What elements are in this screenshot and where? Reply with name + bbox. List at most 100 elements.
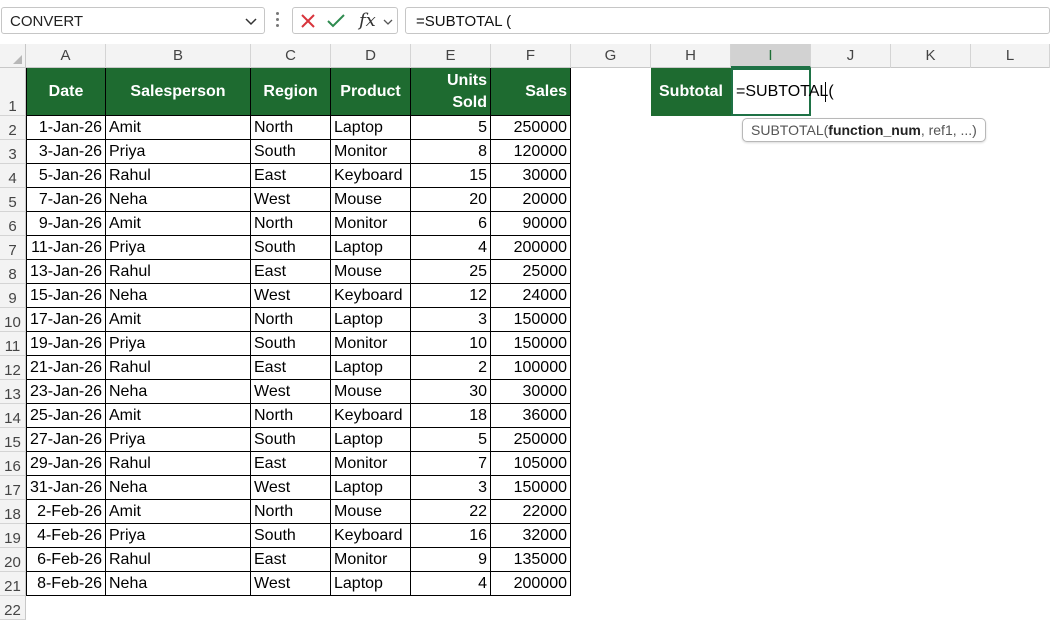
cell-product[interactable]: Monitor xyxy=(331,140,411,164)
cell-units[interactable]: 7 xyxy=(411,452,491,476)
cell-region[interactable]: North xyxy=(251,212,331,236)
cell-sales[interactable]: 250000 xyxy=(491,116,571,140)
cell-region[interactable]: North xyxy=(251,308,331,332)
cell-units[interactable]: 30 xyxy=(411,380,491,404)
cell-sales[interactable]: 200000 xyxy=(491,572,571,596)
cell-sales[interactable]: 200000 xyxy=(491,236,571,260)
cell-salesperson[interactable]: Rahul xyxy=(106,452,251,476)
cell-units[interactable]: 25 xyxy=(411,260,491,284)
header-sales[interactable]: Sales xyxy=(491,68,571,116)
row-header-22[interactable]: 22 xyxy=(0,596,26,620)
column-header-i[interactable]: I xyxy=(731,44,811,68)
cell-sales[interactable]: 22000 xyxy=(491,500,571,524)
row-header-4[interactable]: 4 xyxy=(0,164,26,188)
chevron-down-icon[interactable] xyxy=(382,16,394,28)
column-header-k[interactable]: K xyxy=(891,44,971,68)
cell-units[interactable]: 12 xyxy=(411,284,491,308)
cell-product[interactable]: Mouse xyxy=(331,380,411,404)
subtotal-label-cell[interactable]: Subtotal xyxy=(651,68,731,116)
column-header-b[interactable]: B xyxy=(106,44,251,68)
more-options-icon[interactable] xyxy=(276,12,280,30)
row-header-20[interactable]: 20 xyxy=(0,548,26,572)
cell-date[interactable]: 31-Jan-26 xyxy=(26,476,106,500)
column-header-h[interactable]: H xyxy=(651,44,731,68)
row-header-16[interactable]: 16 xyxy=(0,452,26,476)
cell-date[interactable]: 1-Jan-26 xyxy=(26,116,106,140)
cell-salesperson[interactable]: Priya xyxy=(106,332,251,356)
cell-salesperson[interactable]: Amit xyxy=(106,116,251,140)
cell-product[interactable]: Keyboard xyxy=(331,284,411,308)
cell-units[interactable]: 20 xyxy=(411,188,491,212)
cell-sales[interactable]: 32000 xyxy=(491,524,571,548)
cell-units[interactable]: 5 xyxy=(411,116,491,140)
cell-date[interactable]: 9-Jan-26 xyxy=(26,212,106,236)
cell-units[interactable]: 8 xyxy=(411,140,491,164)
cell-date[interactable]: 25-Jan-26 xyxy=(26,404,106,428)
row-header-11[interactable]: 11 xyxy=(0,332,26,356)
cell-date[interactable]: 6-Feb-26 xyxy=(26,548,106,572)
row-header-2[interactable]: 2 xyxy=(0,116,26,140)
cell-date[interactable]: 2-Feb-26 xyxy=(26,500,106,524)
cell-region[interactable]: South xyxy=(251,524,331,548)
cell-date[interactable]: 7-Jan-26 xyxy=(26,188,106,212)
cell-salesperson[interactable]: Neha xyxy=(106,380,251,404)
cell-units[interactable]: 15 xyxy=(411,164,491,188)
cell-region[interactable]: West xyxy=(251,572,331,596)
cell-date[interactable]: 29-Jan-26 xyxy=(26,452,106,476)
column-header-j[interactable]: J xyxy=(811,44,891,68)
cell-region[interactable]: East xyxy=(251,452,331,476)
cell-region[interactable]: East xyxy=(251,548,331,572)
insert-function-icon[interactable]: fx xyxy=(359,10,376,31)
active-edit-cell[interactable]: =SUBTOTAL( xyxy=(731,68,834,116)
row-header-13[interactable]: 13 xyxy=(0,380,26,404)
cell-salesperson[interactable]: Priya xyxy=(106,236,251,260)
cell-units[interactable]: 18 xyxy=(411,404,491,428)
cell-date[interactable]: 8-Feb-26 xyxy=(26,572,106,596)
cell-salesperson[interactable]: Amit xyxy=(106,500,251,524)
cell-sales[interactable]: 135000 xyxy=(491,548,571,572)
cell-region[interactable]: South xyxy=(251,236,331,260)
row-header-9[interactable]: 9 xyxy=(0,284,26,308)
cell-region[interactable]: West xyxy=(251,284,331,308)
chevron-down-icon[interactable] xyxy=(244,14,258,28)
cell-date[interactable]: 15-Jan-26 xyxy=(26,284,106,308)
cell-units[interactable]: 3 xyxy=(411,308,491,332)
row-header-21[interactable]: 21 xyxy=(0,572,26,596)
cell-sales[interactable]: 30000 xyxy=(491,164,571,188)
row-header-1[interactable]: 1 xyxy=(0,68,26,116)
cell-product[interactable]: Laptop xyxy=(331,572,411,596)
cell-units[interactable]: 5 xyxy=(411,428,491,452)
cell-salesperson[interactable]: Rahul xyxy=(106,356,251,380)
cell-region[interactable]: South xyxy=(251,140,331,164)
column-header-d[interactable]: D xyxy=(331,44,411,68)
cell-sales[interactable]: 30000 xyxy=(491,380,571,404)
cell-product[interactable]: Monitor xyxy=(331,548,411,572)
cell-units[interactable]: 4 xyxy=(411,236,491,260)
cell-units[interactable]: 4 xyxy=(411,572,491,596)
cell-product[interactable]: Monitor xyxy=(331,332,411,356)
cell-salesperson[interactable]: Neha xyxy=(106,572,251,596)
cell-region[interactable]: East xyxy=(251,356,331,380)
cell-sales[interactable]: 105000 xyxy=(491,452,571,476)
cell-product[interactable]: Laptop xyxy=(331,308,411,332)
cell-date[interactable]: 5-Jan-26 xyxy=(26,164,106,188)
cell-sales[interactable]: 120000 xyxy=(491,140,571,164)
cell-product[interactable]: Laptop xyxy=(331,428,411,452)
row-header-7[interactable]: 7 xyxy=(0,236,26,260)
cell-product[interactable]: Laptop xyxy=(331,116,411,140)
cell-salesperson[interactable]: Rahul xyxy=(106,164,251,188)
column-header-a[interactable]: A xyxy=(26,44,106,68)
cell-product[interactable]: Laptop xyxy=(331,236,411,260)
cell-units[interactable]: 16 xyxy=(411,524,491,548)
column-header-f[interactable]: F xyxy=(491,44,571,68)
cell-region[interactable]: West xyxy=(251,188,331,212)
cell-units[interactable]: 3 xyxy=(411,476,491,500)
cell-salesperson[interactable]: Amit xyxy=(106,404,251,428)
row-header-19[interactable]: 19 xyxy=(0,524,26,548)
cell-salesperson[interactable]: Priya xyxy=(106,524,251,548)
cell-date[interactable]: 19-Jan-26 xyxy=(26,332,106,356)
cell-region[interactable]: North xyxy=(251,116,331,140)
cell-salesperson[interactable]: Priya xyxy=(106,428,251,452)
row-header-12[interactable]: 12 xyxy=(0,356,26,380)
formula-input[interactable]: =SUBTOTAL ( xyxy=(405,7,1050,34)
